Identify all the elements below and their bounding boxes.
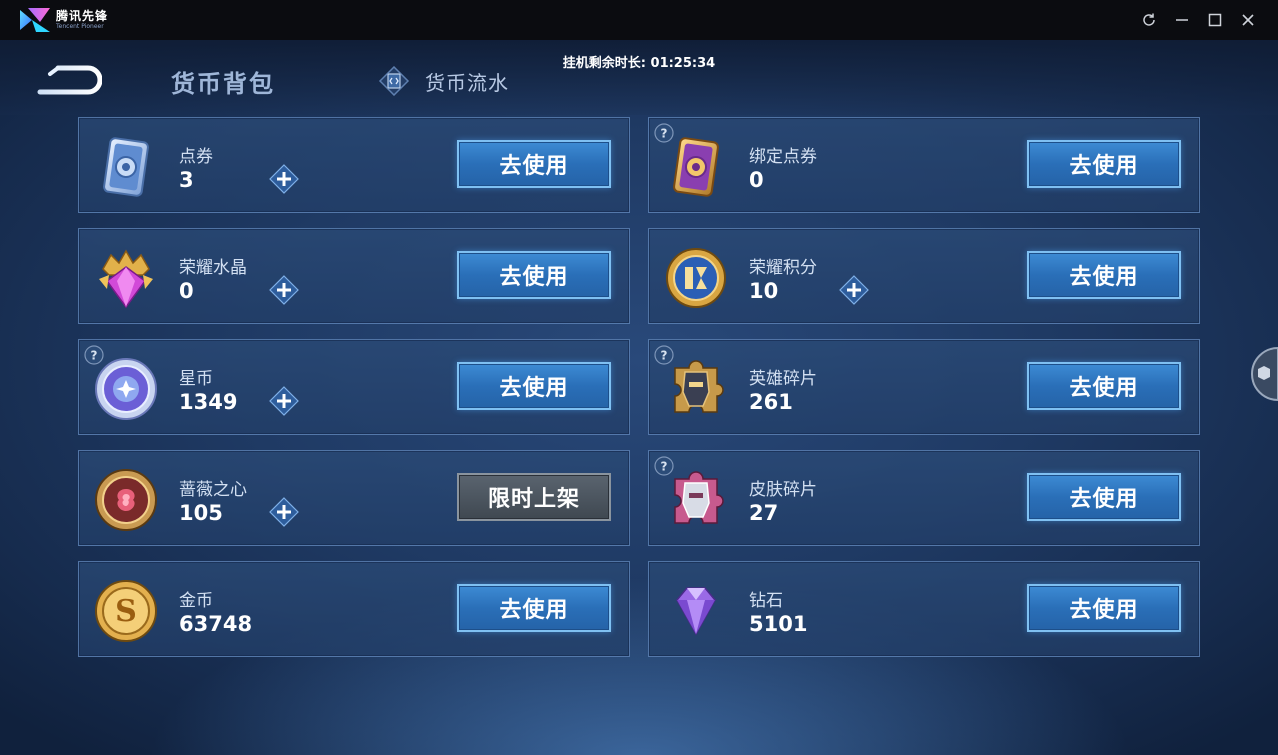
- minimize-button[interactable]: [1172, 10, 1192, 30]
- close-icon: [1242, 14, 1254, 26]
- refresh-button[interactable]: [1139, 10, 1159, 30]
- currency-name: 蔷薇之心: [179, 480, 247, 500]
- currency-name: 荣耀积分: [749, 258, 817, 278]
- add-star-coin-button[interactable]: [269, 386, 299, 416]
- currency-card-hero-fragment: ? 英雄碎片 261 去使用: [648, 339, 1200, 435]
- currency-flow-icon: [378, 66, 410, 96]
- refresh-icon: [1143, 13, 1155, 26]
- currency-value: 105: [179, 501, 223, 525]
- minimize-icon: [1176, 19, 1188, 21]
- use-glory-crystal-button[interactable]: 去使用: [457, 251, 611, 299]
- svg-text:S: S: [115, 594, 137, 629]
- star-coin-icon: [95, 358, 157, 420]
- currency-name: 点券: [179, 147, 213, 167]
- side-menu-handle[interactable]: [1240, 346, 1278, 402]
- add-rose-heart-button[interactable]: [269, 497, 299, 527]
- add-glory-points-button[interactable]: [839, 275, 869, 305]
- use-diamond-button[interactable]: 去使用: [1027, 584, 1181, 632]
- window-titlebar: 腾讯先锋 Tencent Pioneer: [0, 0, 1278, 40]
- maximize-button[interactable]: [1205, 10, 1225, 30]
- bound-coupon-icon: [673, 137, 719, 197]
- currency-name: 星币: [179, 369, 213, 389]
- currency-value: 27: [749, 501, 779, 525]
- use-hero-fragment-button[interactable]: 去使用: [1027, 362, 1181, 410]
- skin-fragment-icon: [674, 471, 724, 524]
- diamond-icon: [676, 587, 716, 636]
- use-coupon-button[interactable]: 去使用: [457, 140, 611, 188]
- tencent-pioneer-logo-icon: [20, 8, 50, 32]
- currency-card-gold-coin: S 金币 63748 去使用: [78, 561, 630, 657]
- currency-value: 3: [179, 168, 194, 192]
- back-button[interactable]: [36, 62, 102, 98]
- use-star-coin-button[interactable]: 去使用: [457, 362, 611, 410]
- currency-card-bound-coupon: ? 绑定点券 0 去使用: [648, 117, 1200, 213]
- currency-value: 63748: [179, 612, 253, 636]
- currency-value: 0: [179, 279, 194, 303]
- maximize-icon: [1208, 13, 1222, 27]
- currency-value: 5101: [749, 612, 808, 636]
- app-title: 腾讯先锋: [56, 9, 109, 23]
- currency-name: 钻石: [749, 591, 783, 611]
- currency-value: 1349: [179, 390, 238, 414]
- currency-name: 皮肤碎片: [749, 480, 817, 500]
- gold-coin-icon: S: [95, 580, 157, 642]
- currency-card-star-coin: ? 星币 1349 去使用: [78, 339, 630, 435]
- currency-name: 荣耀水晶: [179, 258, 247, 278]
- app-logo: 腾讯先锋 Tencent Pioneer: [18, 6, 108, 34]
- tab-currency-flow[interactable]: 货币流水: [377, 66, 509, 96]
- currency-value: 0: [749, 168, 764, 192]
- use-gold-coin-button[interactable]: 去使用: [457, 584, 611, 632]
- currency-card-skin-fragment: ? 皮肤碎片 27 去使用: [648, 450, 1200, 546]
- glory-points-icon: [666, 248, 726, 308]
- close-button[interactable]: [1238, 10, 1258, 30]
- tab-currency-backpack[interactable]: 货币背包: [171, 64, 275, 99]
- glory-crystal-icon: [99, 249, 153, 309]
- currency-value: 261: [749, 390, 793, 414]
- game-view: 挂机剩余时长: 01:25:34 货币背包 货币流水 点券 3 去使用 ? 绑定…: [0, 40, 1278, 755]
- currency-value: 10: [749, 279, 779, 303]
- currency-card-coupon: 点券 3 去使用: [78, 117, 630, 213]
- currency-card-glory-crystal: 荣耀水晶 0 去使用: [78, 228, 630, 324]
- currency-name: 绑定点券: [749, 147, 817, 167]
- use-skin-fragment-button[interactable]: 去使用: [1027, 473, 1181, 521]
- currency-card-glory-points: 荣耀积分 10 去使用: [648, 228, 1200, 324]
- add-coupon-button[interactable]: [269, 164, 299, 194]
- coupon-icon: [103, 137, 149, 197]
- currency-card-rose-heart: 蔷薇之心 105 限时上架: [78, 450, 630, 546]
- currency-card-diamond: 钻石 5101 去使用: [648, 561, 1200, 657]
- use-glory-points-button[interactable]: 去使用: [1027, 251, 1181, 299]
- add-glory-crystal-button[interactable]: [269, 275, 299, 305]
- rose-heart-icon: [95, 469, 157, 531]
- currency-name: 金币: [179, 591, 213, 611]
- limited-time-button[interactable]: 限时上架: [457, 473, 611, 521]
- tab-currency-flow-label: 货币流水: [425, 70, 509, 95]
- currency-name: 英雄碎片: [749, 369, 817, 389]
- use-bound-coupon-button[interactable]: 去使用: [1027, 140, 1181, 188]
- hero-fragment-icon: [674, 360, 724, 413]
- app-subtitle: Tencent Pioneer: [56, 23, 104, 30]
